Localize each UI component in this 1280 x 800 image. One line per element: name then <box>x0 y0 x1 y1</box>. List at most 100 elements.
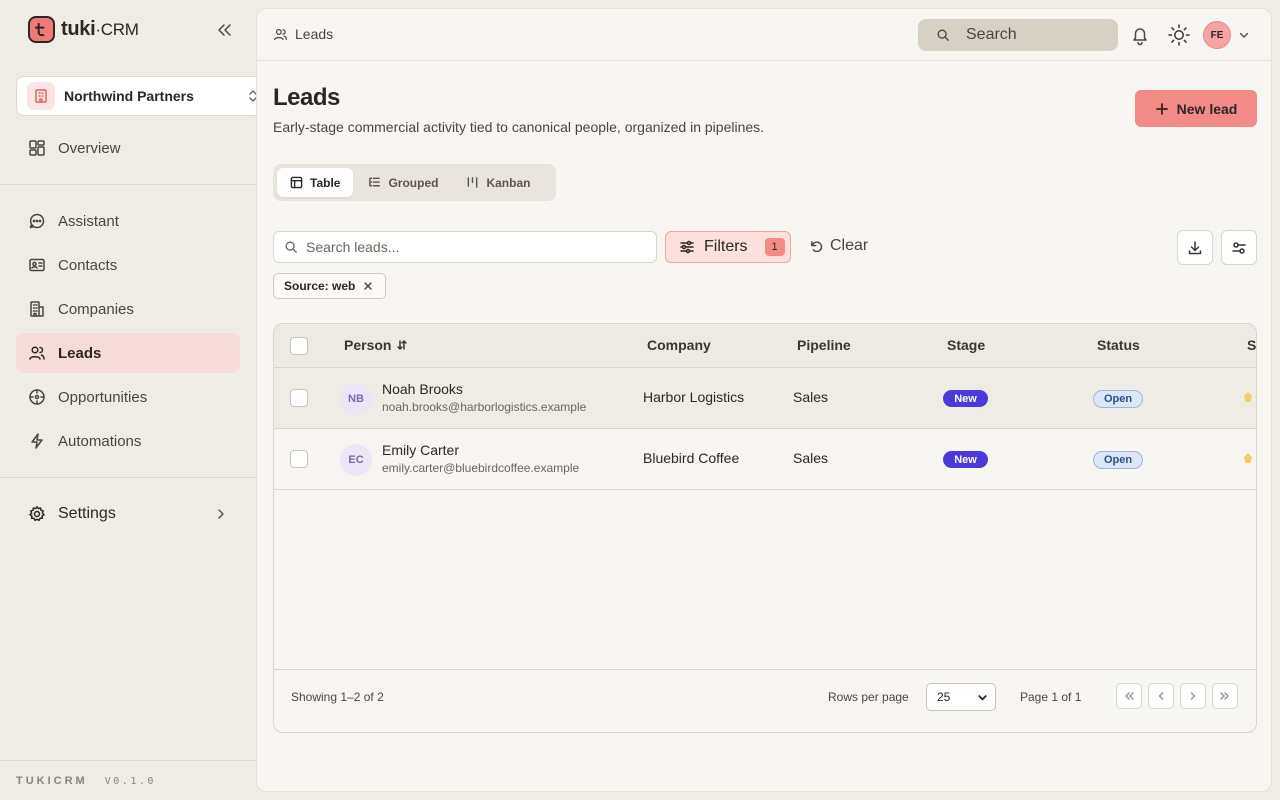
close-icon[interactable] <box>363 281 373 291</box>
column-status[interactable]: Status <box>1097 337 1140 353</box>
breadcrumb: Leads <box>273 26 333 42</box>
target-icon <box>29 389 45 405</box>
stage-badge: New <box>943 390 988 407</box>
nav-item-contacts[interactable]: Contacts <box>16 245 240 285</box>
column-person[interactable]: Person <box>344 337 408 353</box>
nav-item-companies[interactable]: Companies <box>16 289 240 329</box>
grid-icon <box>29 140 45 156</box>
tab-label: Table <box>310 175 341 190</box>
filters-button[interactable]: Filters 1 <box>665 231 791 263</box>
person-name[interactable]: Emily Carter <box>382 442 459 458</box>
nav-item-assistant[interactable]: Assistant <box>16 201 240 241</box>
nav-label: Leads <box>58 344 102 362</box>
nav-label: Companies <box>58 300 134 318</box>
download-icon <box>1188 240 1202 254</box>
chevrons-left-icon <box>1125 692 1134 700</box>
table-footer: Showing 1–2 of 2 Rows per page 25 Page 1… <box>274 669 1256 724</box>
first-page-button[interactable] <box>1116 683 1142 709</box>
view-switcher: Table Grouped Kanban <box>273 164 556 201</box>
star-icon[interactable] <box>1244 392 1252 402</box>
tab-grouped[interactable]: Grouped <box>355 168 451 197</box>
reset-icon <box>811 240 823 252</box>
chevron-right-icon <box>1190 692 1196 700</box>
person-email: emily.carter@bluebirdcoffee.example <box>382 461 580 475</box>
search-leads-placeholder: Search leads... <box>306 239 400 255</box>
nav-label: Overview <box>58 139 121 157</box>
nav-item-leads[interactable]: Leads <box>16 333 240 373</box>
breadcrumb-label: Leads <box>295 26 334 42</box>
nav-label: Contacts <box>58 256 118 274</box>
table-icon <box>290 176 303 189</box>
person-email: noah.brooks@harborlogistics.example <box>382 400 587 414</box>
table-row[interactable]: NB Noah Brooks noah.brooks@harborlogisti… <box>274 368 1256 429</box>
company-cell: Harbor Logistics <box>643 389 745 405</box>
page-subtitle: Early-stage commercial activity tied to … <box>273 119 765 135</box>
pipeline-cell: Sales <box>793 450 829 466</box>
chevron-left-icon <box>1158 692 1164 700</box>
filters-count-badge: 1 <box>764 238 785 256</box>
row-checkbox[interactable] <box>290 450 308 468</box>
person-name[interactable]: Noah Brooks <box>382 381 463 397</box>
new-lead-button[interactable]: New lead <box>1135 90 1257 127</box>
users-icon <box>29 346 45 360</box>
divider <box>0 184 256 185</box>
select-all-checkbox[interactable] <box>290 337 308 355</box>
column-truncated[interactable]: S <box>1247 337 1256 353</box>
tab-label: Grouped <box>388 175 439 190</box>
chevron-down-icon[interactable] <box>1237 28 1251 42</box>
settings-sliders-icon <box>1232 241 1246 254</box>
main-panel: Leads Search FE Leads Early-stage commer… <box>256 8 1272 792</box>
topbar: Leads Search FE <box>257 9 1271 61</box>
global-search[interactable]: Search <box>918 19 1118 51</box>
prev-page-button[interactable] <box>1148 683 1174 709</box>
theme-toggle-sun-icon[interactable] <box>1167 23 1191 47</box>
divider <box>0 760 256 761</box>
tab-table[interactable]: Table <box>277 168 354 197</box>
gear-icon <box>29 506 45 522</box>
user-avatar[interactable]: FE <box>1203 21 1231 49</box>
person-avatar: EC <box>340 444 372 476</box>
stage-badge: New <box>943 451 988 468</box>
leads-table: Person Company Pipeline Stage Status S N… <box>273 323 1257 733</box>
building-icon <box>30 301 44 317</box>
nav-label: Assistant <box>58 212 119 230</box>
bell-icon[interactable] <box>1129 24 1151 46</box>
star-icon[interactable] <box>1244 453 1252 463</box>
brand-name: tuki·CRM <box>61 18 139 40</box>
column-settings-button[interactable] <box>1221 230 1257 265</box>
rows-per-page-value: 25 <box>937 690 951 704</box>
nav-item-settings[interactable]: Settings <box>16 494 240 534</box>
row-checkbox[interactable] <box>290 389 308 407</box>
export-button[interactable] <box>1177 230 1213 265</box>
sidebar: tuki·CRM Northwind Partners Overview Ass… <box>0 0 262 800</box>
workspace-switcher[interactable]: Northwind Partners <box>16 76 262 116</box>
users-icon <box>274 28 287 40</box>
rows-per-page-select[interactable]: 25 <box>926 683 996 711</box>
nav-item-overview[interactable]: Overview <box>16 128 240 168</box>
nav-item-automations[interactable]: Automations <box>16 421 240 461</box>
brand[interactable]: tuki·CRM <box>28 16 139 43</box>
column-pipeline[interactable]: Pipeline <box>797 337 851 353</box>
table-row[interactable]: EC Emily Carter emily.carter@bluebirdcof… <box>274 429 1256 490</box>
search-icon <box>285 241 297 253</box>
search-leads-input[interactable]: Search leads... <box>273 231 657 263</box>
tab-kanban[interactable]: Kanban <box>453 168 543 197</box>
nav-label: Settings <box>58 505 116 522</box>
nav-item-opportunities[interactable]: Opportunities <box>16 377 240 417</box>
next-page-button[interactable] <box>1180 683 1206 709</box>
chevrons-right-icon <box>1220 692 1229 700</box>
clear-filters-button[interactable]: Clear <box>809 237 868 255</box>
collapse-sidebar-icon[interactable] <box>214 20 234 40</box>
nav-label: Opportunities <box>58 388 148 406</box>
company-cell: Bluebird Coffee <box>643 450 740 466</box>
building-icon <box>27 82 55 110</box>
sliders-icon <box>680 240 694 254</box>
person-avatar: NB <box>340 383 372 415</box>
column-stage[interactable]: Stage <box>947 337 985 353</box>
page-title: Leads <box>273 84 340 111</box>
active-filter-chip[interactable]: Source: web <box>273 273 387 299</box>
search-icon <box>937 29 949 41</box>
column-company[interactable]: Company <box>647 337 711 353</box>
lightning-icon <box>31 433 43 449</box>
last-page-button[interactable] <box>1212 683 1238 709</box>
